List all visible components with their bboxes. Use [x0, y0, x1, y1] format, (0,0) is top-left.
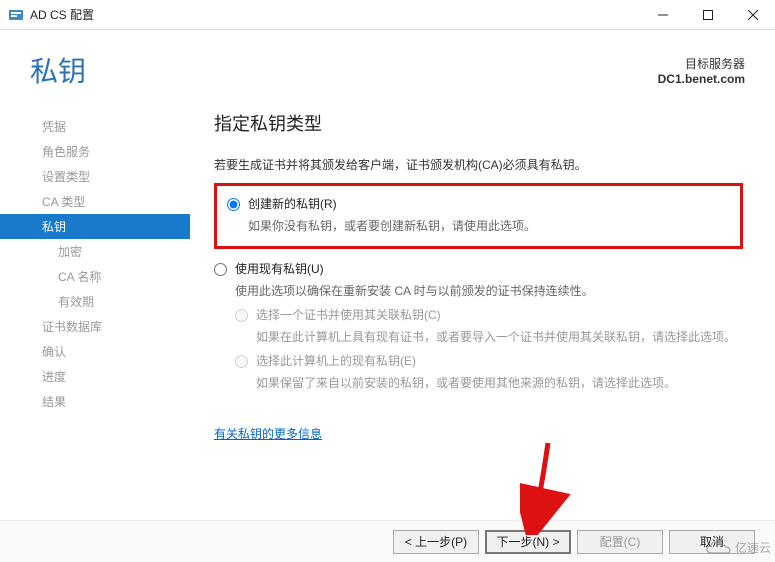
wizard-sidebar: 凭据 角色服务 设置类型 CA 类型 私钥 加密 CA 名称 有效期 证书数据库…: [0, 110, 190, 520]
radio-create-new-key-desc: 如果你没有私钥，或者要创建新私钥，请使用此选项。: [248, 215, 730, 238]
sidebar-item-cryptography[interactable]: 加密: [0, 239, 190, 264]
radio-create-new-key-label: 创建新的私钥(R): [248, 195, 337, 212]
sidebar-item-results[interactable]: 结果: [0, 389, 190, 414]
sidebar-item-progress[interactable]: 进度: [0, 364, 190, 389]
sidebar-item-private-key[interactable]: 私钥: [0, 214, 190, 239]
close-button[interactable]: [730, 0, 775, 30]
radio-select-cert-desc: 如果在此计算机上具有现有证书，或者要导入一个证书并使用其关联私钥，请选择此选项。: [256, 326, 743, 349]
sidebar-item-validity[interactable]: 有效期: [0, 289, 190, 314]
radio-use-existing-key-label: 使用现有私钥(U): [235, 260, 324, 277]
radio-select-existing-key-desc: 如果保留了来自以前安装的私钥，或者要使用其他来源的私钥，请选择此选项。: [256, 372, 743, 395]
sidebar-item-ca-name[interactable]: CA 名称: [0, 264, 190, 289]
window-title: AD CS 配置: [30, 6, 640, 23]
title-bar: AD CS 配置: [0, 0, 775, 30]
cloud-icon: [705, 540, 731, 556]
page-header: 私钥 目标服务器 DC1.benet.com: [0, 30, 775, 110]
sidebar-item-role-services[interactable]: 角色服务: [0, 139, 190, 164]
radio-create-new-key-input[interactable]: [227, 198, 240, 211]
server-config-icon: [8, 7, 24, 23]
sidebar-item-credentials[interactable]: 凭据: [0, 114, 190, 139]
configure-button: 配置(C): [577, 530, 663, 554]
sidebar-item-cert-database[interactable]: 证书数据库: [0, 314, 190, 339]
content-heading: 指定私钥类型: [214, 110, 743, 136]
content-intro: 若要生成证书并将其颁发给客户端，证书颁发机构(CA)必须具有私钥。: [214, 156, 743, 173]
radio-select-existing-key-input: [235, 355, 248, 368]
target-server-info: 目标服务器 DC1.benet.com: [658, 55, 745, 86]
target-server-name: DC1.benet.com: [658, 72, 745, 86]
previous-button[interactable]: < 上一步(P): [393, 530, 479, 554]
radio-select-existing-key: 选择此计算机上的现有私钥(E): [235, 349, 743, 372]
watermark-text: 亿速云: [735, 539, 771, 556]
minimize-button[interactable]: [640, 0, 685, 30]
sidebar-item-confirmation[interactable]: 确认: [0, 339, 190, 364]
sidebar-item-setup-type[interactable]: 设置类型: [0, 164, 190, 189]
sidebar-item-ca-type[interactable]: CA 类型: [0, 189, 190, 214]
target-server-label: 目标服务器: [658, 55, 745, 72]
maximize-button[interactable]: [685, 0, 730, 30]
content-pane: 指定私钥类型 若要生成证书并将其颁发给客户端，证书颁发机构(CA)必须具有私钥。…: [190, 110, 775, 520]
radio-use-existing-key-desc: 使用此选项以确保在重新安装 CA 时与以前颁发的证书保持连续性。: [235, 280, 743, 303]
radio-create-new-key[interactable]: 创建新的私钥(R): [227, 192, 730, 215]
radio-select-cert-input: [235, 309, 248, 322]
watermark: 亿速云: [705, 539, 771, 556]
highlight-annotation: 创建新的私钥(R) 如果你没有私钥，或者要创建新私钥，请使用此选项。: [214, 183, 743, 249]
more-info-link[interactable]: 有关私钥的更多信息: [214, 425, 322, 442]
wizard-footer: < 上一步(P) 下一步(N) > 配置(C) 取消: [0, 520, 775, 562]
radio-select-existing-key-label: 选择此计算机上的现有私钥(E): [256, 352, 416, 369]
radio-use-existing-key-input[interactable]: [214, 263, 227, 276]
next-button[interactable]: 下一步(N) >: [485, 530, 571, 554]
radio-select-cert: 选择一个证书并使用其关联私钥(C): [235, 303, 743, 326]
page-title: 私钥: [30, 50, 86, 90]
radio-select-cert-label: 选择一个证书并使用其关联私钥(C): [256, 306, 441, 323]
radio-use-existing-key[interactable]: 使用现有私钥(U): [214, 257, 743, 280]
